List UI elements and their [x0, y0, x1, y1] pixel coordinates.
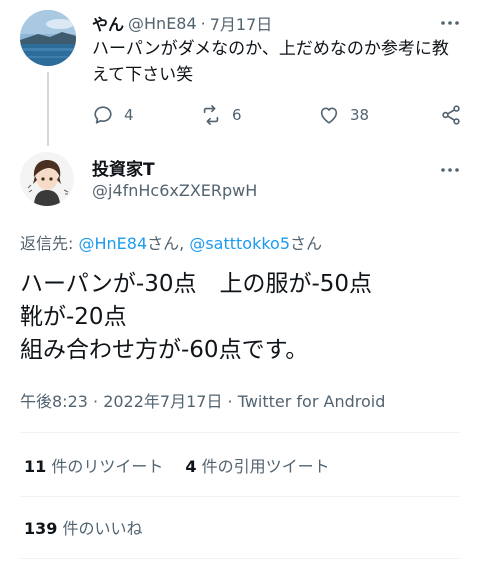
retweet-count: 6 [232, 106, 242, 124]
parent-tweet-actions: 4 6 38 [92, 102, 464, 128]
tweet-text-line: 組み合わせ方が-60点です。 [20, 337, 309, 363]
retweet-button[interactable]: 6 [200, 102, 242, 128]
thread-connector-line [47, 72, 49, 146]
likes-label: 件のいいね [57, 519, 143, 538]
reply-icon [94, 106, 112, 124]
parent-tweet-header: やん @HnE84 · 7月17日 [92, 11, 273, 35]
divider [20, 432, 460, 433]
divider [20, 558, 460, 559]
tweet-text-line: ハーパンが-30点 上の服が-50点 [20, 271, 373, 297]
retweets-count: 11 [24, 457, 47, 476]
more-horizontal-icon[interactable] [440, 160, 460, 180]
retweets-stat[interactable]: 11 件のリツイート [24, 457, 163, 476]
quotes-label: 件の引用ツイート [196, 457, 330, 476]
parent-tweet-text: ハーパンがダメなのか、上だめなのか参考に教 えて下さい笑 [92, 36, 464, 88]
header-separator: · [200, 13, 206, 33]
main-tweet-text: ハーパンが-30点 上の服が-50点 靴が-20点 組み合わせ方が-60点です。 [20, 268, 470, 367]
parent-author-handle[interactable]: @HnE84 [128, 14, 197, 33]
like-button[interactable]: 38 [318, 102, 369, 128]
mention-link[interactable]: @HnE84 [78, 234, 147, 253]
tweet-text-line: 靴が-20点 [20, 304, 127, 330]
retweet-icon [203, 105, 219, 125]
divider [20, 496, 460, 497]
parent-text-line: えて下さい笑 [92, 65, 194, 85]
quotes-stat[interactable]: 4 件の引用ツイート [185, 457, 329, 476]
avatar-investor-t[interactable] [20, 152, 74, 206]
mention-link[interactable]: @satttokko5 [189, 234, 290, 253]
tweet-thread: やん @HnE84 · 7月17日 ハーパンがダメなのか、上だめなのか参考に教 … [0, 0, 480, 568]
mention-suffix: さん [290, 234, 323, 253]
main-author-name[interactable]: 投資家T [92, 155, 155, 180]
parent-tweet-date[interactable]: 7月17日 [210, 11, 273, 35]
quotes-count: 4 [185, 457, 197, 476]
share-button[interactable] [440, 102, 462, 128]
heart-icon [320, 107, 338, 124]
retweets-label: 件のリツイート [46, 457, 164, 476]
tweet-meta[interactable]: 午後8:23 · 2022年7月17日 · Twitter for Androi… [20, 388, 385, 412]
replying-prefix: 返信先: [20, 234, 79, 253]
parent-text-line: ハーパンがダメなのか、上だめなのか参考に教 [92, 39, 449, 59]
main-author-handle[interactable]: @j4fnHc6xZXERpwH [92, 181, 257, 200]
more-horizontal-icon[interactable] [440, 13, 460, 33]
parent-author-name[interactable]: やん [92, 11, 124, 35]
avatar-yan[interactable] [20, 10, 76, 66]
share-icon [442, 105, 460, 125]
likes-count: 139 [24, 519, 58, 538]
engagement-stats: 11 件のリツイート 4 件の引用ツイート [24, 453, 330, 477]
likes-stat[interactable]: 139 件のいいね [24, 515, 143, 539]
replying-to: 返信先: @HnE84さん, @satttokko5さん [20, 230, 322, 254]
mention-suffix: さん, [147, 234, 190, 253]
reply-button[interactable]: 4 [92, 102, 134, 128]
reply-count: 4 [124, 106, 134, 124]
like-count: 38 [350, 106, 370, 124]
